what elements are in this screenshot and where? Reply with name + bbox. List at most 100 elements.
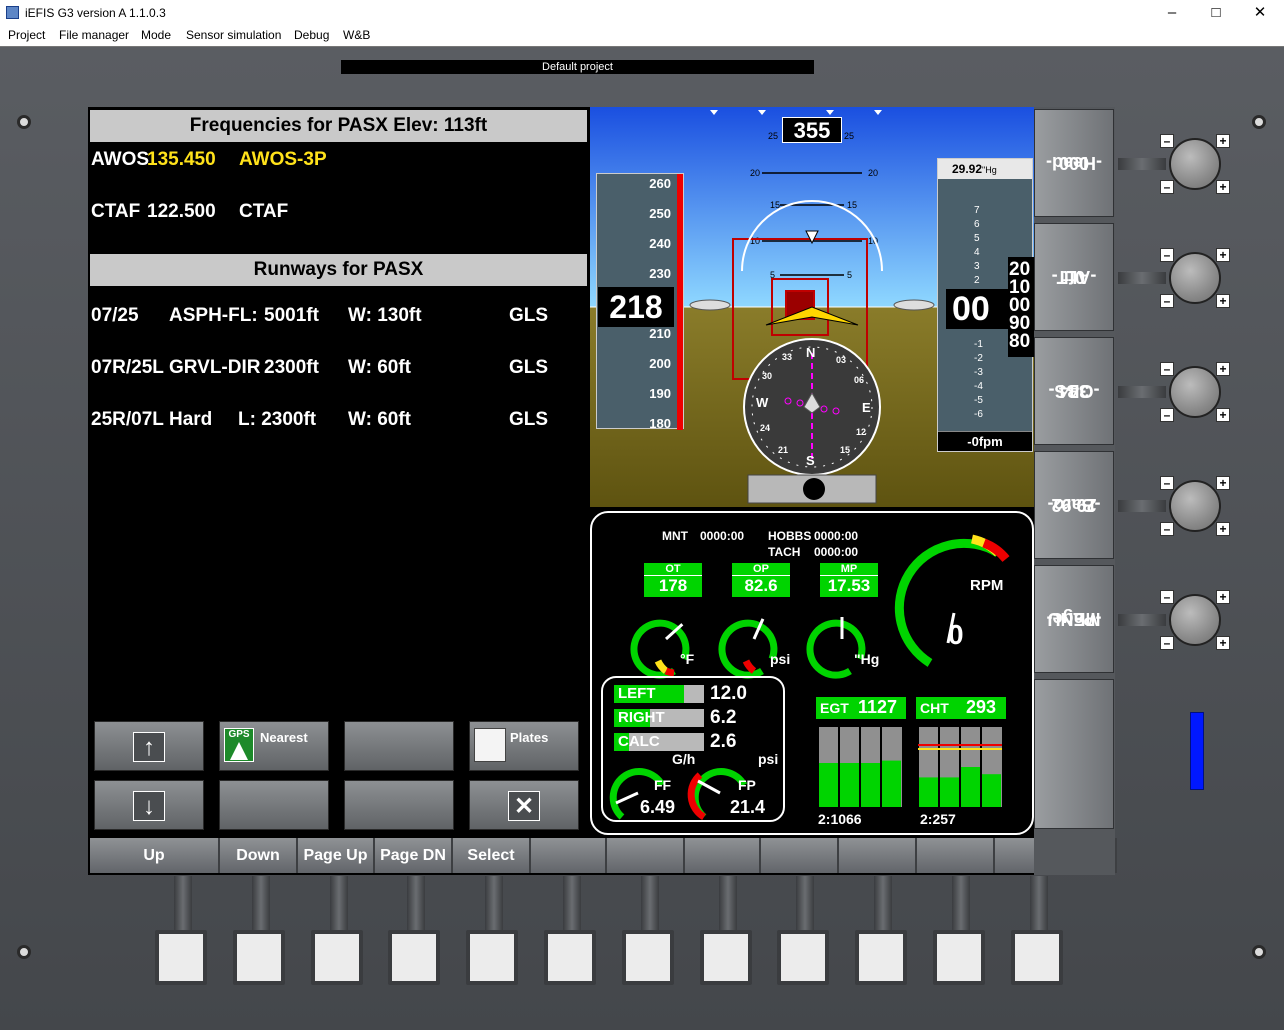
hardware-button-9[interactable] [777,930,830,985]
scroll-up-button[interactable]: ↑ [94,721,204,771]
soft-key-8[interactable] [685,838,761,873]
knob-page[interactable]: – + – + [1160,586,1230,656]
soft-key-11[interactable] [917,838,995,873]
soft-key-3[interactable]: Page Up [298,838,375,873]
soft-key-6[interactable] [531,838,607,873]
baro-unit: "Hg [982,165,997,175]
hardware-button-7[interactable] [621,930,674,985]
rotary-knob-icon[interactable] [1169,366,1221,418]
plates-button[interactable]: Plates [469,721,579,771]
minus-icon[interactable]: – [1160,134,1174,148]
minus-icon[interactable]: – [1160,408,1174,422]
hardware-button-1[interactable] [155,930,207,985]
head-key[interactable]: -Head- 000 [1034,109,1114,217]
rotary-knob-icon[interactable] [1169,138,1221,190]
hardware-button-6[interactable] [544,930,596,985]
hardware-button-8[interactable] [699,930,752,985]
soft-key-4[interactable]: Page DN [375,838,453,873]
knob-shaft [1118,158,1166,170]
obs-key[interactable]: -OBS- 344 [1034,337,1114,445]
plus-icon[interactable]: + [1216,476,1230,490]
minus-icon[interactable]: – [1160,248,1174,262]
baro-key[interactable]: -Baro- 29.92 [1034,451,1114,559]
menu-file-manager[interactable]: File manager [59,28,129,42]
freq-name: CTAF [239,201,289,222]
maximize-icon[interactable]: □ [1194,0,1238,26]
baro-value: 29.92 [952,162,983,176]
op-unit: psi [770,651,791,667]
hardware-button-10[interactable] [855,930,908,985]
ff-label: FF [654,777,672,793]
minus-icon[interactable]: – [1160,362,1174,376]
plus-icon[interactable]: + [1216,590,1230,604]
gps-nearest-button[interactable]: GPS Nearest [219,721,329,771]
plus-icon[interactable]: + [1216,408,1230,422]
menu-debug[interactable]: Debug [294,28,329,42]
hardware-button-4[interactable] [388,930,441,985]
compass-n: N [806,345,815,360]
hardware-button-11[interactable] [933,930,985,985]
pitch-label: 5 [847,270,852,280]
cylinder-bar [982,774,1001,807]
alt-key-value: 0ft [1063,267,1085,287]
plus-icon[interactable]: + [1216,522,1230,536]
soft-key-7[interactable] [607,838,685,873]
minimize-icon[interactable]: – [1150,0,1194,26]
runway-lights: GLS [509,409,549,430]
page-key[interactable]: -Page- MENU [1034,565,1114,673]
hardware-button-12[interactable] [1010,930,1063,985]
knob-head[interactable]: – + – + [1160,130,1230,200]
blank-button[interactable] [219,780,329,830]
menu-wb[interactable]: W&B [343,28,370,42]
blank-button[interactable] [344,721,454,771]
alt-key[interactable]: -ALT- 0ft [1034,223,1114,331]
fuel-value: 2.6 [710,731,737,752]
knob-baro[interactable]: – + – + [1160,472,1230,542]
runway-length: 2300ft [264,357,319,378]
cht-box: CHT 293 [916,697,1006,719]
close-icon[interactable]: ✕ [1238,0,1282,26]
mp-arc [806,619,866,679]
plus-icon[interactable]: + [1216,362,1230,376]
rotary-knob-icon[interactable] [1169,594,1221,646]
minus-icon[interactable]: – [1160,180,1174,194]
soft-key-10[interactable] [839,838,917,873]
plus-icon[interactable]: + [1216,636,1230,650]
knob-alt[interactable]: – + – + [1160,244,1230,314]
minus-icon[interactable]: – [1160,522,1174,536]
minus-icon[interactable]: – [1160,590,1174,604]
plus-icon[interactable]: + [1216,134,1230,148]
altitude-roller: 20 10 00 90 80 [1008,257,1034,357]
pitch-label: 10 [750,236,760,246]
soft-key-1[interactable]: Up [90,838,220,873]
minus-icon[interactable]: – [1160,636,1174,650]
vsi-tick-label: 4 [974,247,980,258]
minus-icon[interactable]: – [1160,476,1174,490]
hardware-button-3[interactable] [310,930,363,985]
knob-obs[interactable]: – + – + [1160,358,1230,428]
hardware-button-5[interactable] [466,930,519,985]
rotary-knob-icon[interactable] [1169,480,1221,532]
blank-side-key[interactable] [1034,679,1114,829]
heading-label-right: 25 [844,131,855,141]
speed-tick-label: 260 [649,176,671,191]
blank-button[interactable] [344,780,454,830]
rotary-knob-icon[interactable] [1169,252,1221,304]
minus-icon[interactable]: – [1160,294,1174,308]
soft-key-9[interactable] [761,838,839,873]
soft-key-5[interactable]: Select [453,838,531,873]
soft-key-2[interactable]: Down [220,838,298,873]
plus-icon[interactable]: + [1216,180,1230,194]
op-box: OP 82.6 [732,563,790,597]
airport-info-panel: Frequencies for PASX Elev: 113ft AWOS 13… [88,107,589,875]
hardware-button-2[interactable] [232,930,285,985]
menu-project[interactable]: Project [8,28,45,42]
scroll-down-button[interactable]: ↓ [94,780,204,830]
close-panel-button[interactable]: ✕ [469,780,579,830]
plus-icon[interactable]: + [1216,294,1230,308]
menu-sensor-simulation[interactable]: Sensor simulation [186,28,281,42]
plus-icon[interactable]: + [1216,248,1230,262]
speed-tick-label: 190 [649,386,671,401]
menu-mode[interactable]: Mode [141,28,171,42]
runway-id: 07/25 [91,305,139,326]
